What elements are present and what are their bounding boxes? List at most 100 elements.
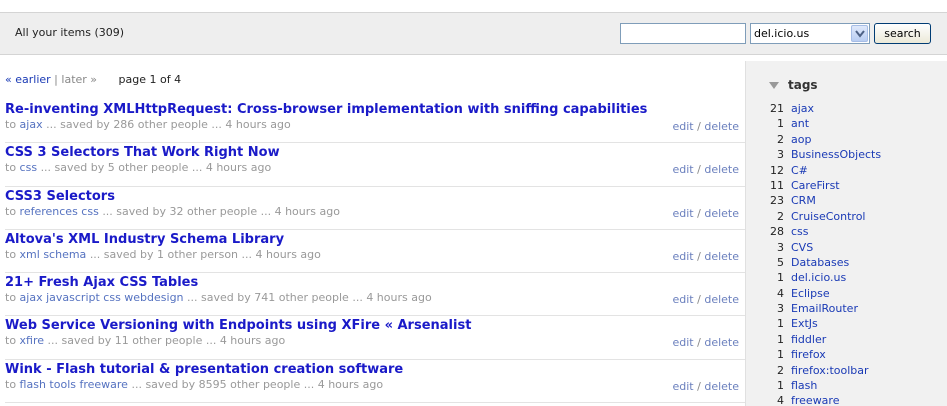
tag-row: 1 ExtJs — [746, 316, 946, 331]
tag-count: 5 — [777, 255, 784, 269]
list-item: CSS 3 Selectors That Work Right Now to c… — [5, 143, 745, 187]
delete-link[interactable]: delete — [704, 380, 739, 393]
list-item: Altova's XML Industry Schema Library to … — [5, 230, 745, 274]
edit-link[interactable]: edit — [673, 336, 694, 349]
item-tags[interactable]: xfire — [20, 334, 45, 347]
edit-link[interactable]: edit — [673, 293, 694, 306]
item-meta: to ajax javascript css webdesign ... sav… — [5, 291, 745, 304]
item-title-link[interactable]: CSS3 Selectors — [5, 187, 745, 204]
actions-separator: / — [697, 379, 701, 393]
item-prefix: to — [5, 334, 17, 348]
delete-link[interactable]: delete — [704, 163, 739, 176]
tag-link[interactable]: firefox — [791, 348, 826, 361]
later-link[interactable]: later » — [61, 73, 97, 86]
tag-link[interactable]: ExtJs — [791, 317, 818, 330]
tag-count: 21 — [770, 102, 784, 115]
item-actions: edit / delete — [673, 163, 740, 176]
item-actions: edit / delete — [673, 293, 740, 306]
item-tags[interactable]: ajax javascript css webdesign — [20, 291, 184, 304]
tag-link[interactable]: CRM — [791, 194, 816, 207]
delete-link[interactable]: delete — [704, 250, 739, 263]
delete-link[interactable]: delete — [704, 207, 739, 220]
tag-link[interactable]: ant — [791, 117, 809, 130]
item-prefix: to — [5, 161, 17, 175]
edit-link[interactable]: edit — [673, 380, 694, 393]
tag-row: 11 CareFirst — [746, 178, 946, 193]
item-saved-info: ... saved by 32 other people ... 4 hours… — [102, 204, 340, 218]
items-list: Re-inventing XMLHttpRequest: Cross-brows… — [5, 100, 745, 404]
tag-row: 1 ant — [746, 116, 946, 131]
tag-link[interactable]: C# — [791, 164, 808, 177]
tag-link[interactable]: del.icio.us — [791, 271, 846, 284]
tag-count: 11 — [770, 178, 784, 192]
tag-link[interactable]: css — [791, 225, 809, 238]
list-item: Web Service Versioning with Endpoints us… — [5, 316, 745, 360]
tag-row: 2 aop — [746, 132, 946, 147]
item-actions: edit / delete — [673, 380, 740, 393]
tag-link[interactable]: CruiseControl — [791, 210, 866, 223]
edit-link[interactable]: edit — [673, 163, 694, 176]
item-title-link[interactable]: Re-inventing XMLHttpRequest: Cross-brows… — [5, 100, 745, 117]
tag-link[interactable]: CareFirst — [791, 179, 840, 192]
item-prefix: to — [5, 204, 17, 218]
item-title-link[interactable]: Altova's XML Industry Schema Library — [5, 230, 745, 247]
chevron-down-icon[interactable] — [851, 25, 868, 42]
collapse-triangle-icon[interactable] — [769, 82, 779, 90]
item-tags[interactable]: xml schema — [20, 248, 87, 261]
tag-row: 12 C# — [746, 163, 946, 178]
tags-heading: tags — [788, 78, 818, 92]
tag-row: 1 del.icio.us — [746, 270, 946, 285]
delete-link[interactable]: delete — [704, 336, 739, 349]
items-count-title: All your items (309) — [15, 26, 125, 39]
item-title-link[interactable]: Wink - Flash tutorial & presentation cre… — [5, 360, 745, 377]
list-item: Wink - Flash tutorial & presentation cre… — [5, 360, 745, 404]
item-saved-info: ... saved by 741 other people ... 4 hour… — [187, 291, 432, 305]
item-tags[interactable]: ajax — [20, 118, 43, 131]
tag-row: 28 css — [746, 224, 946, 239]
item-title-link[interactable]: CSS 3 Selectors That Work Right Now — [5, 143, 745, 160]
item-title-link[interactable]: 21+ Fresh Ajax CSS Tables — [5, 273, 745, 290]
item-actions: edit / delete — [673, 207, 740, 220]
tag-link[interactable]: ajax — [791, 102, 814, 115]
tag-count: 4 — [777, 286, 784, 300]
tag-row: 23 CRM — [746, 193, 946, 208]
item-prefix: to — [5, 291, 17, 305]
tag-count: 28 — [770, 225, 784, 239]
tag-row: 3 CVS — [746, 240, 946, 255]
tag-link[interactable]: CVS — [791, 241, 813, 254]
pager: « earlier | later » page 1 of 4 — [5, 73, 181, 86]
tag-link[interactable]: fiddler — [791, 333, 826, 346]
search-scope-select[interactable]: del.icio.us — [750, 23, 870, 44]
tag-row: 4 freeware — [746, 393, 946, 406]
tag-count: 4 — [777, 394, 784, 406]
tag-count: 12 — [770, 163, 784, 177]
tag-link[interactable]: Databases — [791, 256, 849, 269]
tag-link[interactable]: flash — [791, 379, 817, 392]
top-bar: All your items (309) del.icio.us search — [0, 12, 947, 55]
item-meta: to css ... saved by 5 other people ... 4… — [5, 161, 745, 174]
tag-link[interactable]: EmailRouter — [791, 302, 858, 315]
item-saved-info: ... saved by 5 other people ... 4 hours … — [40, 161, 272, 175]
edit-link[interactable]: edit — [673, 120, 694, 133]
pager-separator: | — [54, 73, 58, 86]
edit-link[interactable]: edit — [673, 207, 694, 220]
tag-link[interactable]: aop — [791, 133, 811, 146]
earlier-link[interactable]: « earlier — [5, 73, 51, 86]
tag-link[interactable]: BusinessObjects — [791, 148, 881, 161]
item-saved-info: ... saved by 11 other people ... 4 hours… — [47, 334, 286, 348]
list-item: CSS3 Selectors to references css ... sav… — [5, 187, 745, 230]
item-saved-info: ... saved by 286 other people ... 4 hour… — [46, 118, 291, 131]
tag-link[interactable]: Eclipse — [791, 287, 830, 300]
tag-link[interactable]: freeware — [791, 394, 839, 406]
item-tags[interactable]: css — [20, 161, 38, 174]
search-button[interactable]: search — [874, 23, 931, 44]
item-tags[interactable]: references css — [20, 205, 99, 218]
item-title-link[interactable]: Web Service Versioning with Endpoints us… — [5, 316, 745, 333]
item-tags[interactable]: flash tools freeware — [20, 378, 128, 391]
edit-link[interactable]: edit — [673, 250, 694, 263]
search-input[interactable] — [620, 23, 746, 44]
tag-link[interactable]: firefox:toolbar — [791, 364, 869, 377]
tag-count: 2 — [777, 132, 784, 146]
delete-link[interactable]: delete — [704, 120, 739, 133]
delete-link[interactable]: delete — [704, 293, 739, 306]
